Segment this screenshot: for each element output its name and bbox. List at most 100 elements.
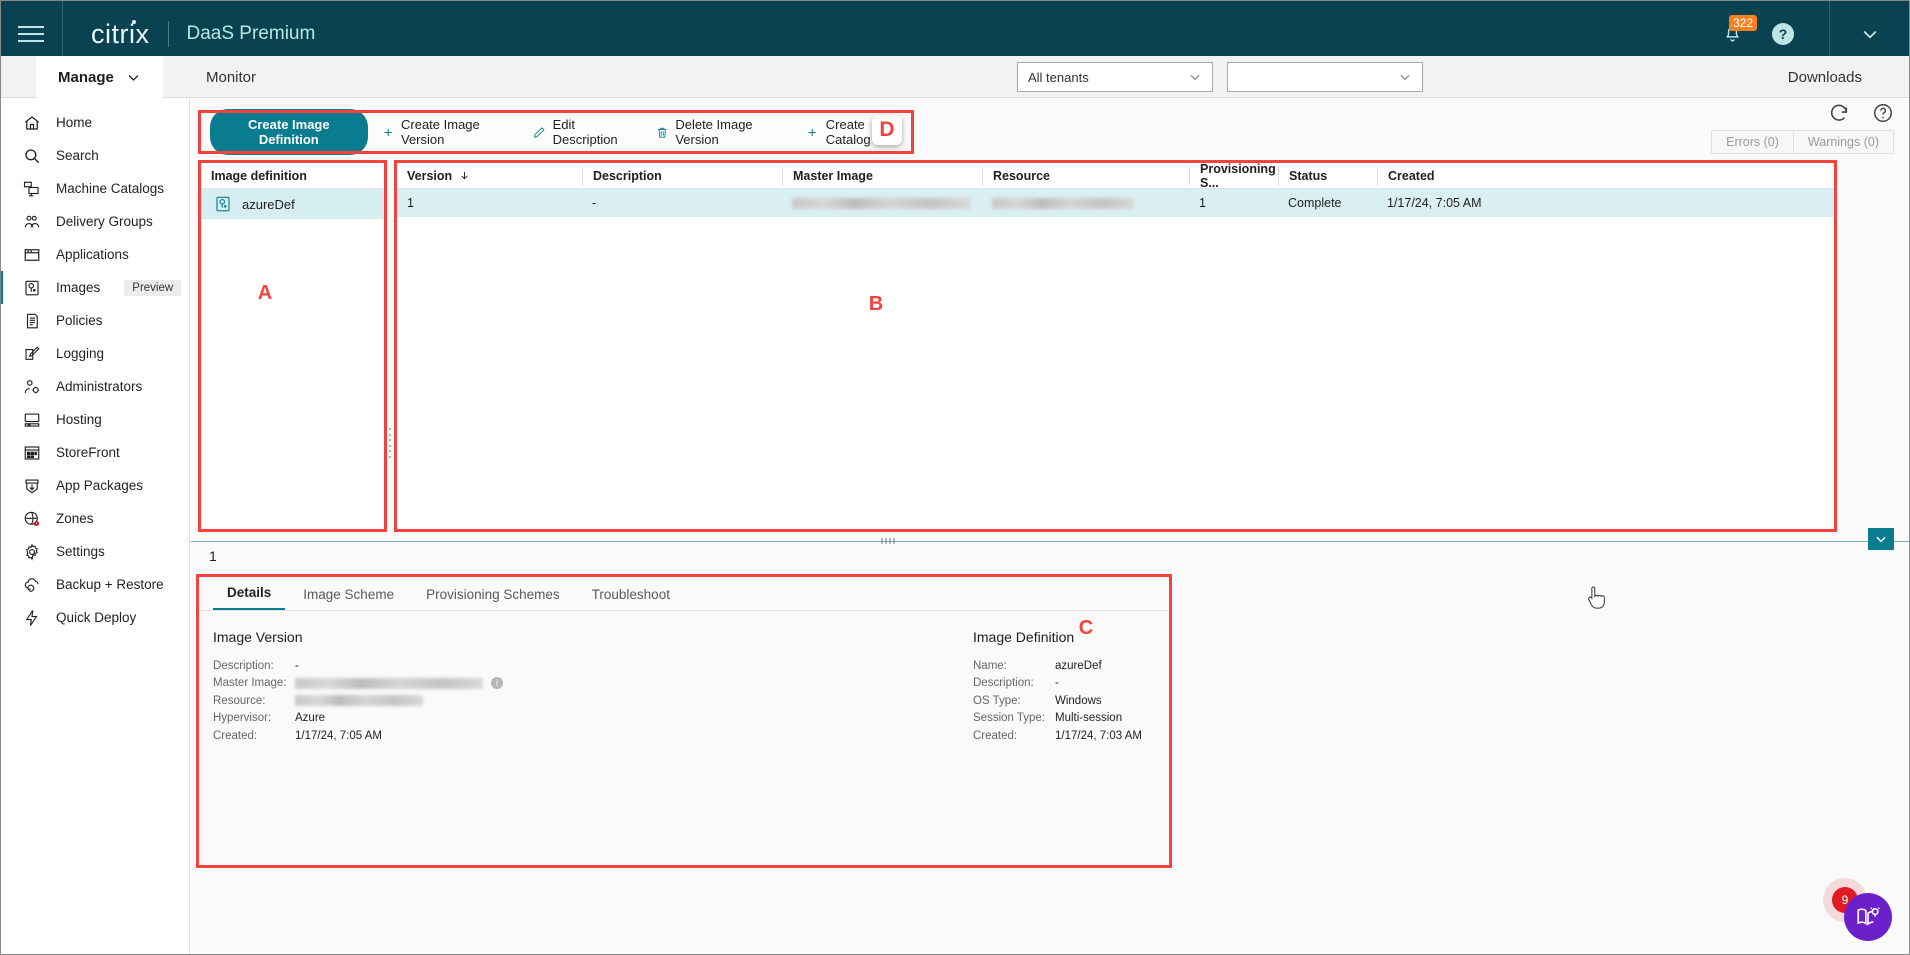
citrix-logo[interactable]: citrix (63, 19, 150, 50)
delete-image-version-label: Delete Image Version (675, 117, 778, 147)
sidebar-item-label: Administrators (56, 379, 142, 394)
tab-troubleshoot[interactable]: Troubleshoot (578, 587, 684, 610)
field-label: Hypervisor: (213, 712, 295, 724)
sidebar-item-policies[interactable]: Policies (0, 304, 189, 337)
list-item[interactable]: azureDef (201, 189, 384, 219)
sidebar-item-machine-catalogs[interactable]: Machine Catalogs (0, 172, 189, 205)
tab-image-scheme[interactable]: Image Scheme (289, 587, 408, 610)
tenant-select[interactable]: All tenants (1017, 62, 1213, 92)
field-value: i (295, 677, 503, 689)
sidebar-item-administrators[interactable]: Administrators (0, 370, 189, 403)
sidebar-item-label: Delivery Groups (56, 214, 153, 229)
field-row: OS Type: Windows (973, 692, 1142, 710)
column-header-status[interactable]: Status (1278, 167, 1377, 185)
sidebar-item-label: Backup + Restore (56, 577, 164, 592)
column-header-provisioning-schemes[interactable]: Provisioning S... (1189, 167, 1278, 185)
mouse-cursor-icon (1586, 585, 1608, 611)
tab-manage[interactable]: Manage (36, 56, 163, 98)
details-panel: Details Image Scheme Provisioning Scheme… (198, 576, 1170, 866)
quick-deploy-icon (22, 608, 42, 628)
cell-description: - (582, 196, 782, 210)
column-header-version[interactable]: Version (397, 167, 582, 185)
column-header-created[interactable]: Created (1377, 167, 1517, 185)
column-header-description[interactable]: Description (582, 167, 782, 185)
downloads-link[interactable]: Downloads (1788, 56, 1862, 98)
hosting-icon (22, 410, 42, 430)
edit-description-button[interactable]: Edit Description (519, 112, 642, 152)
sidebar-item-search[interactable]: Search (0, 139, 189, 172)
floating-help-button[interactable] (1844, 893, 1892, 941)
sort-down-arrow-icon (459, 170, 470, 181)
sidebar-item-app-packages[interactable]: App Packages (0, 469, 189, 502)
cell-provisioning-schemes: 1 (1189, 196, 1278, 210)
field-label: Session Type: (973, 712, 1055, 724)
delete-image-version-button[interactable]: Delete Image Version (642, 112, 792, 152)
errors-warnings-group: Errors (0) Warnings (0) (1711, 130, 1894, 154)
sidebar-item-label: Hosting (56, 412, 102, 427)
plus-icon (382, 125, 394, 140)
content-header-icons (1828, 102, 1894, 124)
field-row: Session Type: Multi-session (973, 710, 1142, 728)
tab-monitor[interactable]: Monitor (190, 56, 272, 98)
help-icon[interactable]: ? (1772, 23, 1794, 45)
chevron-down-icon (1188, 70, 1202, 84)
product-name: DaaS Premium (187, 23, 316, 45)
search-icon (22, 146, 42, 166)
sidebar-item-logging[interactable]: Logging (0, 337, 189, 370)
policies-icon (22, 311, 42, 331)
sidebar-item-backup-restore[interactable]: Backup + Restore (0, 568, 189, 601)
refresh-icon[interactable] (1828, 102, 1850, 124)
image-definition-header: Image definition (201, 163, 384, 189)
errors-button[interactable]: Errors (0) (1711, 130, 1794, 154)
sidebar-item-settings[interactable]: Settings (0, 535, 189, 568)
warnings-button[interactable]: Warnings (0) (1794, 130, 1894, 154)
create-image-definition-button[interactable]: Create Image Definition (210, 109, 368, 155)
chevron-down-icon (126, 70, 141, 85)
sidebar-item-home[interactable]: Home (0, 106, 189, 139)
sidebar-item-delivery-groups[interactable]: Delivery Groups (0, 205, 189, 238)
column-header-resource[interactable]: Resource (982, 167, 1189, 185)
row-count-label: 1 (209, 548, 217, 564)
field-value: Windows (1055, 695, 1102, 707)
create-catalog-button[interactable]: Create Catalog (792, 112, 912, 152)
pencil-icon (533, 125, 545, 140)
sidebar-item-quick-deploy[interactable]: Quick Deploy (0, 601, 189, 634)
tab-provisioning-schemes[interactable]: Provisioning Schemes (412, 587, 574, 610)
image-version-title: Image Version (213, 629, 887, 645)
sidebar-item-images[interactable]: Images Preview (0, 271, 189, 304)
field-value: 1/17/24, 7:05 AM (295, 730, 382, 742)
tab-manage-label: Manage (58, 69, 114, 86)
sidebar-item-label: Search (56, 148, 99, 163)
sidebar-item-zones[interactable]: Zones (0, 502, 189, 535)
table-row[interactable]: 1 - 1 Complete 1/17/24, 7:05 AM (397, 189, 1834, 217)
sidebar-item-applications[interactable]: Applications (0, 238, 189, 271)
field-row: Description: - (973, 675, 1142, 693)
machine-catalogs-icon (22, 179, 42, 199)
sidebar-item-label: Logging (56, 346, 104, 361)
notifications-button[interactable]: 322 (1712, 14, 1752, 54)
column-header-master-image[interactable]: Master Image (782, 167, 982, 185)
field-label: Description: (213, 660, 295, 672)
logging-icon (22, 344, 42, 364)
help-circle-icon[interactable] (1872, 102, 1894, 124)
backup-restore-icon (22, 575, 42, 595)
secondary-select[interactable] (1227, 62, 1423, 92)
collapse-details-button[interactable] (1868, 528, 1894, 550)
create-image-version-button[interactable]: Create Image Version (368, 112, 520, 152)
brand-divider (168, 21, 169, 47)
sidebar-nav: Home Search Machine Catalogs Delivery Gr… (0, 98, 190, 955)
sidebar-item-label: App Packages (56, 478, 143, 493)
image-versions-table: Version Description Master Image Resourc… (396, 162, 1835, 530)
vertical-splitter-handle[interactable] (387, 428, 393, 458)
sidebar-item-hosting[interactable]: Hosting (0, 403, 189, 436)
tenant-select-value: All tenants (1028, 70, 1089, 85)
cell-resource (982, 198, 1189, 209)
field-value: azureDef (1055, 660, 1102, 672)
sidebar-item-label: Policies (56, 313, 103, 328)
sidebar-item-storefront[interactable]: StoreFront (0, 436, 189, 469)
field-label: Resource: (213, 695, 295, 707)
tab-details[interactable]: Details (213, 585, 285, 610)
create-catalog-label: Create Catalog (826, 117, 898, 147)
info-icon[interactable]: i (491, 677, 503, 689)
settings-icon (22, 542, 42, 562)
